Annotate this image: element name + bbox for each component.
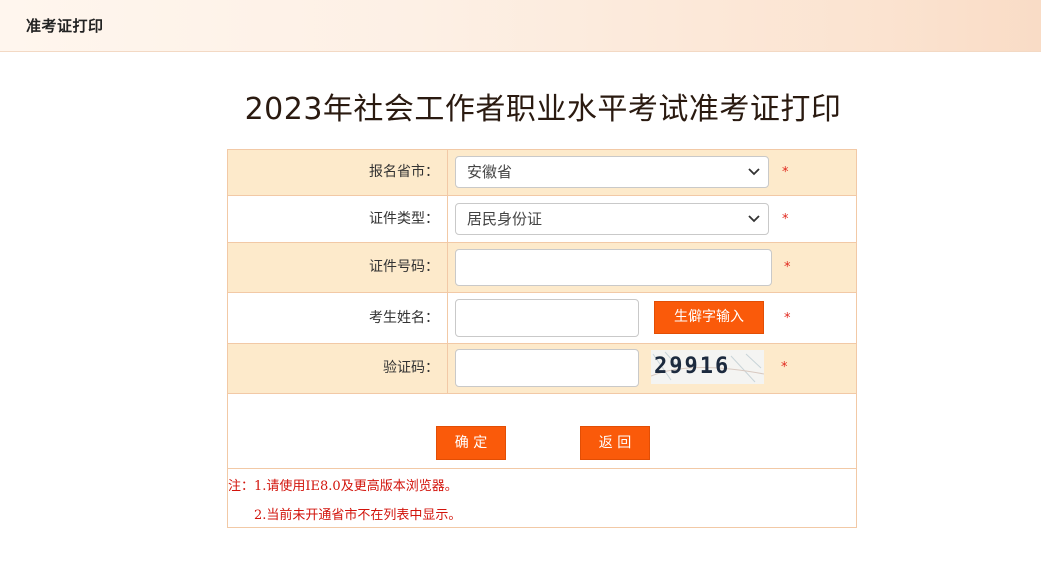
name-label: 考生姓名： bbox=[228, 293, 448, 343]
required-mark: * bbox=[781, 360, 788, 375]
province-select-value: 安徽省 bbox=[467, 163, 513, 181]
id-type-row: 证件类型： 居民身份证 * bbox=[228, 196, 856, 243]
name-label-text: 考生姓名： bbox=[369, 310, 439, 326]
id-type-label-text: 证件类型： bbox=[369, 211, 439, 227]
province-label: 报名省市： bbox=[228, 150, 448, 195]
captcha-label: 验证码： bbox=[228, 344, 448, 393]
chevron-down-icon bbox=[748, 215, 760, 223]
captcha-image[interactable]: 29916 bbox=[651, 350, 764, 384]
rare-char-input-button[interactable]: 生僻字输入 bbox=[654, 301, 764, 334]
id-number-input[interactable] bbox=[455, 249, 772, 286]
admission-ticket-form: 报名省市： 安徽省 * 证件类型： 居民身份证 * 证件号码： * 考生姓名： … bbox=[227, 149, 857, 528]
actions-row: 确 定 返 回 bbox=[228, 394, 856, 469]
note-line-1: 注：1.请使用IE8.0及更高版本浏览器。 bbox=[228, 479, 458, 494]
captcha-text: 29916 bbox=[654, 354, 730, 379]
province-row: 报名省市： 安徽省 * bbox=[228, 150, 856, 196]
required-mark: * bbox=[782, 212, 789, 227]
required-mark: * bbox=[784, 260, 791, 275]
page-title: 2023年社会工作者职业水平考试准考证打印 bbox=[244, 92, 842, 127]
province-label-text: 报名省市： bbox=[369, 164, 439, 180]
back-button[interactable]: 返 回 bbox=[580, 426, 650, 460]
name-input[interactable] bbox=[455, 299, 639, 337]
captcha-input[interactable] bbox=[455, 349, 639, 387]
province-select[interactable]: 安徽省 bbox=[455, 156, 769, 188]
id-number-label: 证件号码： bbox=[228, 243, 448, 292]
top-header-bar: 准考证打印 bbox=[0, 0, 1041, 52]
breadcrumb: 准考证打印 bbox=[26, 17, 104, 35]
name-row: 考生姓名： 生僻字输入 * bbox=[228, 293, 856, 344]
required-mark: * bbox=[784, 311, 791, 326]
confirm-button[interactable]: 确 定 bbox=[436, 426, 506, 460]
id-type-select[interactable]: 居民身份证 bbox=[455, 203, 769, 235]
id-type-select-value: 居民身份证 bbox=[467, 210, 543, 228]
chevron-down-icon bbox=[748, 168, 760, 176]
id-type-label: 证件类型： bbox=[228, 196, 448, 242]
id-number-row: 证件号码： * bbox=[228, 243, 856, 293]
captcha-label-text: 验证码： bbox=[383, 360, 439, 376]
note-line-2: 2.当前未开通省市不在列表中显示。 bbox=[254, 508, 462, 523]
required-mark: * bbox=[782, 165, 789, 180]
id-number-label-text: 证件号码： bbox=[369, 259, 439, 275]
captcha-row: 验证码： 29916 * bbox=[228, 344, 856, 394]
